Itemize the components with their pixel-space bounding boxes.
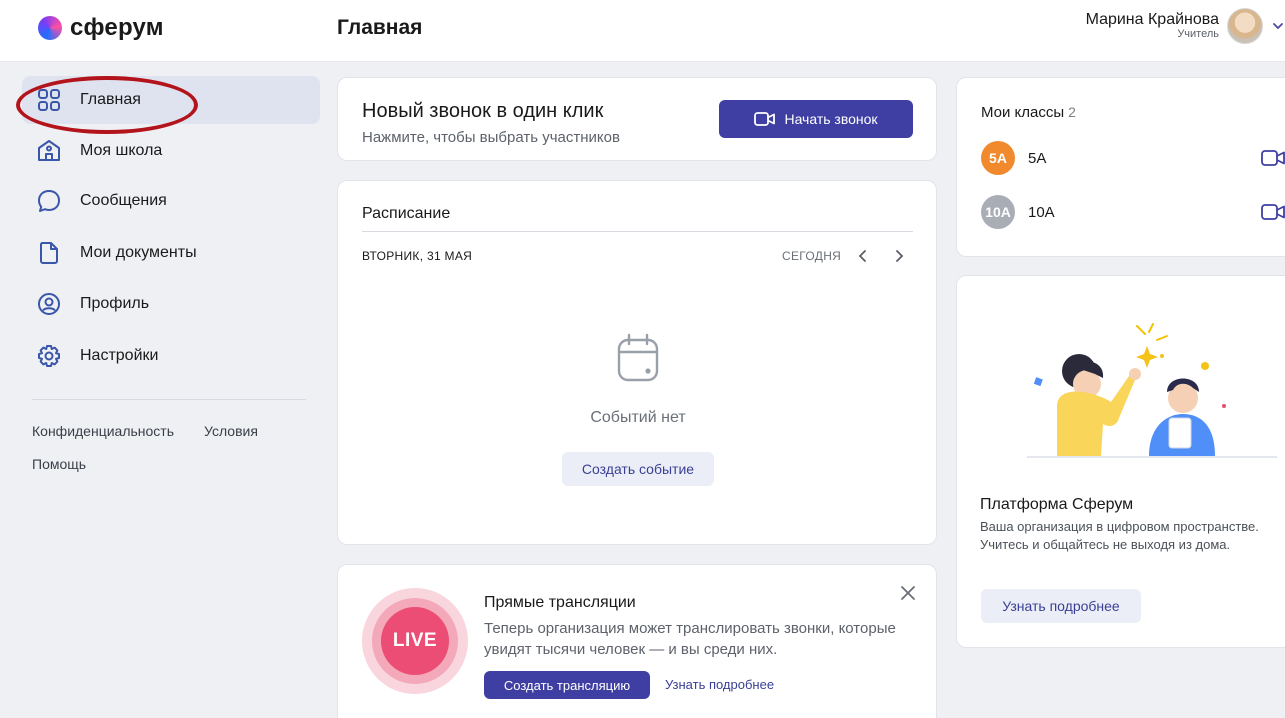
class-name: 5А [1028, 149, 1047, 167]
grid-icon [38, 89, 60, 111]
video-camera-icon[interactable] [1260, 148, 1285, 168]
people-illustration [1027, 323, 1277, 458]
promo-learn-more-button[interactable]: Узнать подробнее [981, 589, 1141, 623]
create-stream-button[interactable]: Создать трансляцию [484, 671, 650, 699]
live-streams-card: LIVE Прямые трансляции Теперь организаци… [337, 564, 937, 718]
today-button[interactable]: СЕГОДНЯ [782, 249, 841, 263]
page-title: Главная [337, 16, 423, 39]
call-card-subtitle: Нажмите, чтобы выбрать участников [362, 129, 620, 146]
chat-icon [38, 190, 60, 212]
create-event-button[interactable]: Создать событие [562, 452, 714, 486]
live-badge-label: LIVE [381, 607, 449, 675]
user-menu[interactable]: Марина Крайнова Учитель [1086, 8, 1285, 44]
close-icon[interactable] [898, 583, 918, 603]
start-call-label: Начать звонок [784, 111, 878, 127]
sidebar-item-messages[interactable]: Сообщения [22, 177, 320, 225]
schedule-title: Расписание [362, 205, 451, 222]
class-row-5a[interactable]: 5А 5А [981, 138, 1285, 178]
chevron-right-icon[interactable] [889, 245, 909, 267]
sidebar-item-label: Моя школа [80, 142, 163, 159]
sidebar-divider [32, 399, 306, 400]
new-call-card: Новый звонок в один клик Нажмите, чтобы … [337, 77, 937, 161]
promo-title: Платформа Сферум [980, 496, 1134, 513]
class-row-10a[interactable]: 10А 10А [981, 192, 1285, 232]
logo-text: сферум [70, 14, 164, 41]
live-learn-more-link[interactable]: Узнать подробнее [665, 677, 774, 692]
privacy-link[interactable]: Конфиденциальность [32, 423, 174, 439]
top-bar: сферум Главная Марина Крайнова Учитель [0, 0, 1285, 62]
video-camera-icon[interactable] [1260, 202, 1285, 222]
sidebar-item-profile[interactable]: Профиль [22, 280, 320, 328]
sidebar-item-label: Сообщения [80, 192, 167, 209]
chevron-down-icon[interactable] [1271, 19, 1285, 33]
sidebar: Главная Моя школа Сообщения Мои документ… [0, 62, 330, 718]
calendar-icon [617, 333, 659, 382]
sidebar-item-label: Настройки [80, 347, 159, 364]
no-events-text: Событий нет [590, 409, 686, 426]
classes-title: Мои классы 2 [981, 104, 1076, 121]
schedule-card: Расписание ВТОРНИК, 31 МАЯ СЕГОДНЯ Событ… [337, 180, 937, 545]
class-badge: 5А [981, 141, 1015, 175]
logo[interactable]: сферум [38, 14, 164, 42]
live-title: Прямые трансляции [484, 594, 636, 611]
sidebar-item-home[interactable]: Главная [22, 76, 320, 124]
class-name: 10А [1028, 203, 1055, 221]
platform-promo-card: Платформа Сферум Ваша организация в цифр… [956, 275, 1285, 648]
chevron-left-icon[interactable] [853, 245, 873, 267]
document-icon [40, 242, 58, 264]
class-badge: 10А [981, 195, 1015, 229]
live-description: Теперь организация может транслировать з… [484, 620, 896, 658]
avatar[interactable] [1227, 8, 1263, 44]
classes-count: 2 [1068, 104, 1076, 120]
help-link[interactable]: Помощь [32, 456, 86, 472]
sidebar-item-label: Мои документы [80, 244, 197, 261]
terms-link[interactable]: Условия [204, 423, 258, 439]
sferum-logo-icon [38, 16, 62, 40]
schedule-divider [362, 231, 913, 232]
user-name: Марина Крайнова [1085, 10, 1219, 28]
user-role: Учитель [1177, 27, 1219, 40]
profile-icon [38, 293, 60, 315]
live-badge: LIVE [362, 588, 468, 694]
call-card-title: Новый звонок в один клик [362, 100, 604, 122]
schedule-date: ВТОРНИК, 31 МАЯ [362, 249, 473, 263]
school-icon [38, 140, 60, 161]
classes-title-text: Мои классы [981, 104, 1065, 121]
sidebar-item-documents[interactable]: Мои документы [22, 229, 320, 277]
sidebar-item-label: Главная [80, 91, 141, 108]
video-camera-icon [754, 112, 776, 126]
my-classes-card: Мои классы 2 5А 5А 10А 10А [956, 77, 1285, 257]
sidebar-item-settings[interactable]: Настройки [22, 332, 320, 380]
sidebar-item-my-school[interactable]: Моя школа [22, 127, 320, 175]
promo-description: Ваша организация в цифровом пространстве… [980, 519, 1259, 552]
gear-icon [38, 345, 60, 367]
start-call-button[interactable]: Начать звонок [719, 100, 913, 138]
sidebar-item-label: Профиль [80, 295, 150, 312]
